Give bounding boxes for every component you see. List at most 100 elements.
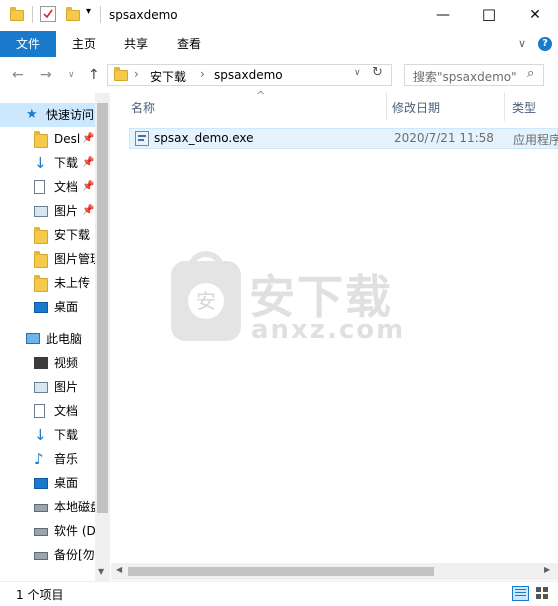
sidebar-item-downloads-2[interactable]: ↓ 下载	[0, 423, 95, 447]
sidebar-item-downloads[interactable]: ↓ 下载 📌	[0, 151, 95, 175]
up-arrow-icon[interactable]: ↑	[88, 67, 100, 83]
sidebar-item-desktop-2[interactable]: 桌面	[0, 295, 95, 319]
video-icon	[34, 357, 48, 369]
address-bar[interactable]: › 安下载 › spsaxdemo ∨ ↻	[107, 64, 392, 86]
ribbon-tabs: 文件 主页 共享 查看 ∨ ?	[0, 31, 558, 58]
sidebar-item-label: 桌面	[54, 300, 79, 314]
pin-icon: 📌	[82, 157, 95, 168]
tab-view[interactable]: 查看	[161, 31, 217, 57]
tab-home[interactable]: 主页	[56, 31, 112, 57]
sidebar-item-label: 备份[勿	[54, 548, 95, 562]
sidebar-item-label: 本地磁盘	[54, 500, 95, 514]
forward-arrow-icon[interactable]: →	[40, 67, 52, 83]
download-arrow-icon: ↓	[34, 154, 47, 172]
sidebar-item-not-uploaded[interactable]: 未上传	[0, 271, 95, 295]
picture-icon	[34, 382, 48, 393]
new-folder-icon[interactable]	[66, 7, 80, 21]
folder-icon	[10, 7, 24, 21]
column-header-type[interactable]: 类型	[512, 99, 536, 116]
sidebar-item-label: 下载	[54, 428, 79, 442]
download-arrow-icon: ↓	[34, 426, 47, 444]
file-list: ^ 名称 修改日期 类型 spsax_demo.exe 2020/7/21 11…	[111, 89, 558, 581]
sidebar-item-desktop[interactable]: Desl 📌	[0, 127, 95, 151]
recent-locations-chevron-icon[interactable]: ∨	[68, 70, 75, 80]
breadcrumb-item[interactable]: spsaxdemo	[214, 68, 283, 82]
sort-indicator-icon: ^	[256, 89, 266, 102]
status-bar: 1 个项目	[0, 581, 558, 606]
nav-scrollbar-thumb[interactable]	[97, 103, 108, 513]
sidebar-item-local-disk[interactable]: 本地磁盘	[0, 495, 95, 519]
back-arrow-icon[interactable]: ←	[12, 67, 24, 83]
search-input[interactable]: 搜索"spsaxdemo" ⌕	[404, 64, 544, 86]
sidebar-item-software-drive[interactable]: 软件 (D	[0, 519, 95, 543]
scroll-right-icon[interactable]: ▶	[544, 565, 550, 574]
sidebar-item-label: 图片	[54, 380, 79, 394]
ribbon-collapse-icon[interactable]: ∨	[512, 31, 532, 57]
table-row[interactable]: spsax_demo.exe 2020/7/21 11:58 应用程序	[129, 128, 558, 149]
details-view-icon[interactable]	[512, 586, 529, 601]
sidebar-item-label: 未上传	[54, 276, 91, 290]
address-dropdown-icon[interactable]: ∨	[354, 68, 361, 78]
close-button[interactable]: ✕	[512, 0, 558, 31]
watermark-badge: 安	[188, 283, 224, 319]
sidebar-item-pictures-2[interactable]: 图片	[0, 375, 95, 399]
sidebar-item-videos[interactable]: 视频	[0, 351, 95, 375]
picture-icon	[34, 206, 48, 217]
drive-icon	[34, 504, 48, 512]
sidebar-item-desktop-3[interactable]: 桌面	[0, 471, 95, 495]
toolbar-divider	[32, 6, 33, 23]
sidebar-item-label: 软件 (D	[54, 524, 95, 538]
file-modified: 2020/7/21 11:58	[394, 131, 494, 145]
column-header-name[interactable]: 名称	[131, 99, 155, 116]
sidebar-item-documents-2[interactable]: 文档	[0, 399, 95, 423]
large-icons-view-icon[interactable]	[535, 586, 550, 601]
computer-icon	[26, 333, 40, 344]
sidebar-item-anxz[interactable]: 安下载	[0, 223, 95, 247]
horizontal-scrollbar-thumb[interactable]	[128, 567, 434, 576]
file-name: spsax_demo.exe	[154, 131, 254, 145]
maximize-button[interactable]: ☐	[466, 0, 512, 31]
properties-icon[interactable]	[40, 6, 56, 22]
minimize-button[interactable]: —	[420, 0, 466, 31]
tab-share[interactable]: 共享	[108, 31, 164, 57]
desktop-icon	[34, 302, 48, 313]
star-icon: ★	[26, 107, 38, 122]
folder-icon	[34, 251, 48, 268]
sidebar-item-label: 桌面	[54, 476, 79, 490]
scroll-down-icon[interactable]: ▼	[98, 567, 104, 576]
document-icon	[34, 404, 45, 418]
drive-icon	[34, 528, 48, 536]
document-icon	[34, 180, 45, 194]
scroll-left-icon[interactable]: ◀	[116, 565, 122, 574]
help-icon[interactable]: ?	[538, 37, 552, 51]
drive-icon	[34, 552, 48, 560]
customize-toolbar-icon[interactable]: ▾	[86, 6, 91, 17]
sidebar-item-label: Desl	[54, 132, 81, 146]
sidebar-item-this-pc[interactable]: 此电脑	[0, 327, 95, 351]
sidebar-item-label: 下载	[54, 156, 79, 170]
breadcrumb-separator: ›	[200, 67, 205, 81]
navigation-pane: ★ 快速访问 Desl 📌 ↓ 下载 📌 文档 📌 图片 📌 安下载 图片管理 …	[0, 93, 110, 581]
column-divider[interactable]	[386, 93, 387, 121]
sidebar-item-label: 音乐	[54, 452, 79, 466]
sidebar-item-backup-drive[interactable]: 备份[勿	[0, 543, 95, 567]
tab-file[interactable]: 文件	[0, 31, 56, 57]
column-header-modified[interactable]: 修改日期	[392, 99, 440, 116]
sidebar-item-pictures[interactable]: 图片 📌	[0, 199, 95, 223]
sidebar-item-documents[interactable]: 文档 📌	[0, 175, 95, 199]
address-row: ← → ∨ ↑ › 安下载 › spsaxdemo ∨ ↻ 搜索"spsaxde…	[0, 57, 558, 93]
sidebar-item-quick-access[interactable]: ★ 快速访问	[0, 103, 95, 127]
breadcrumb-separator: ›	[134, 67, 139, 81]
toolbar-divider	[100, 6, 101, 23]
pin-icon: 📌	[82, 133, 95, 144]
column-divider[interactable]	[504, 93, 505, 121]
sidebar-item-label: 文档	[54, 180, 79, 194]
sidebar-item-music[interactable]: ♪ 音乐	[0, 447, 95, 471]
sidebar-item-picture-manager[interactable]: 图片管理	[0, 247, 95, 271]
breadcrumb-item[interactable]: 安下载	[150, 68, 186, 85]
music-note-icon: ♪	[34, 450, 44, 468]
refresh-icon[interactable]: ↻	[372, 65, 383, 80]
sidebar-item-label: 快速访问	[46, 108, 95, 122]
search-icon[interactable]: ⌕	[527, 66, 534, 81]
sidebar-item-label: 文档	[54, 404, 79, 418]
